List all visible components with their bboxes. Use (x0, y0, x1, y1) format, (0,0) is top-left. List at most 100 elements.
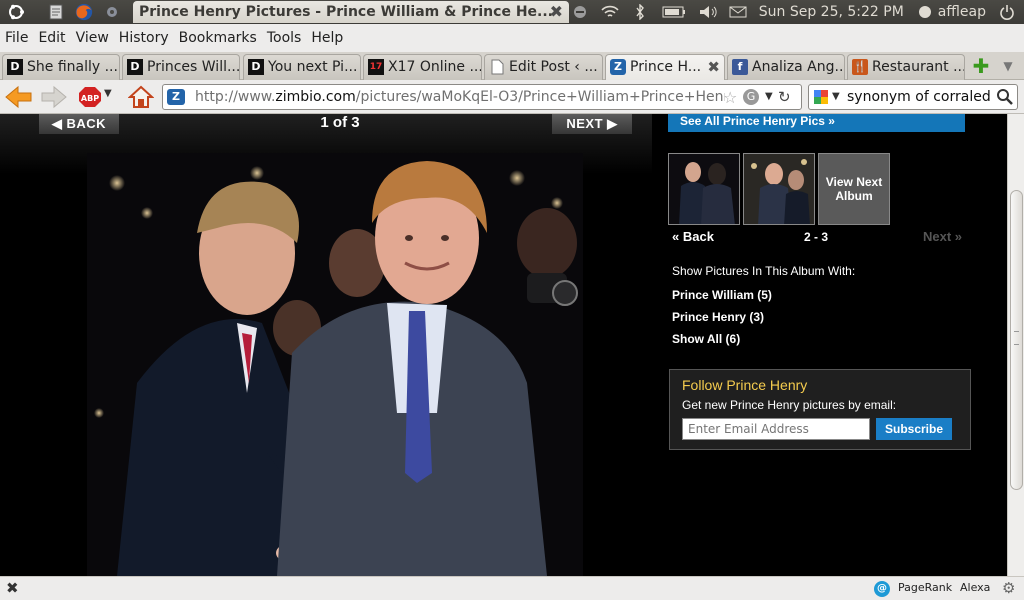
see-all-pics-link[interactable]: See All Prince Henry Pics » (668, 114, 965, 132)
gear-icon[interactable]: ⚙ (1002, 579, 1015, 597)
battery-icon[interactable] (661, 4, 687, 20)
facebook-icon: f (732, 59, 748, 75)
tab-label: Restaurant ... (872, 59, 965, 75)
search-box[interactable]: ▼ synonym of corraled (808, 84, 1018, 110)
tab-8[interactable]: 🍴 Restaurant ... (847, 54, 965, 80)
pager-back-button[interactable]: ◀ BACK (39, 114, 119, 134)
alexa-label[interactable]: Alexa (960, 581, 990, 594)
url-path: /pictures/waMoKqEl-O3/Prince+William+Pri… (355, 89, 725, 105)
svg-text:ABP: ABP (81, 94, 99, 103)
search-input[interactable]: synonym of corraled (847, 89, 991, 105)
filter-prince-henry[interactable]: Prince Henry (3) (672, 310, 764, 324)
close-icon[interactable]: ✖ (550, 1, 563, 23)
pager-back-label: BACK (66, 116, 107, 131)
album-range: 2 - 3 (804, 230, 829, 244)
restaurant-icon: 🍴 (852, 59, 868, 75)
x17-icon: 17 (368, 59, 384, 75)
addon-at-icon[interactable]: @ (874, 581, 890, 597)
album-next-label: Next (923, 229, 952, 244)
menu-bookmarks[interactable]: Bookmarks (174, 24, 262, 52)
filter-show-all[interactable]: Show All (6) (672, 332, 740, 346)
tab-label: Prince H... (630, 59, 702, 75)
filter-heading: Show Pictures In This Album With: (672, 264, 856, 278)
scrollbar-thumb[interactable] (1010, 190, 1023, 490)
forward-button[interactable] (40, 84, 68, 110)
tab-5[interactable]: Edit Post ‹ ... (484, 54, 603, 80)
search-icon[interactable] (996, 88, 1014, 106)
letter-d-icon: D (127, 59, 143, 75)
reload-icon[interactable]: ↻ (778, 88, 791, 106)
url-domain: zimbio.com (275, 89, 356, 105)
url-text[interactable]: http://www.zimbio.com/pictures/waMoKqEl-… (195, 89, 725, 105)
pagerank-label[interactable]: PageRank (898, 581, 952, 594)
view-next-album-button[interactable]: View Next Album (818, 153, 890, 225)
follow-title: Follow Prince Henry (682, 377, 808, 393)
google-icon[interactable] (813, 89, 829, 105)
tab-list-chevron-icon[interactable]: ▼ (1000, 56, 1016, 76)
clock[interactable]: Sun Sep 25, 5:22 PM (759, 4, 904, 20)
zimbio-site-icon: Z (167, 89, 185, 105)
adblock-icon[interactable]: ABP (78, 86, 102, 108)
main-photo[interactable] (87, 153, 583, 576)
next-arrow-icon: ▶ (603, 116, 618, 131)
tab-3[interactable]: D You next Pi... (243, 54, 361, 80)
firefox-icon[interactable] (74, 2, 94, 22)
close-icon[interactable]: ✖ (6, 579, 19, 597)
follow-description: Get new Prince Henry pictures by email: (682, 398, 897, 412)
tab-label: X17 Online ... (388, 59, 482, 75)
shutdown-icon[interactable] (998, 4, 1016, 20)
window-title: Prince Henry Pictures - Prince William &… (133, 1, 569, 23)
tab-label: Princes Will... (147, 59, 240, 75)
menu-help[interactable]: Help (306, 24, 348, 52)
adblock-dropdown-icon[interactable]: ▼ (104, 88, 112, 99)
sidebar: See All Prince Henry Pics » View Next Al… (652, 114, 1007, 576)
tab-label: Analiza Ang... (752, 59, 845, 75)
bookmark-star-icon[interactable]: ☆ (723, 88, 737, 107)
user-icon (916, 4, 934, 20)
photo-column: ◀ BACK 1 of 3 NEXT ▶ (0, 114, 652, 576)
close-tab-icon[interactable]: ✖ (707, 55, 720, 79)
pager-next-label: NEXT (566, 116, 604, 131)
back-button[interactable] (4, 84, 34, 110)
scroll-grip-icon (1014, 331, 1019, 345)
bluetooth-icon[interactable] (631, 4, 649, 20)
album-thumbnail-1[interactable] (668, 153, 740, 225)
menu-file[interactable]: File (0, 24, 33, 52)
ubuntu-logo-icon[interactable] (6, 2, 26, 22)
wifi-icon[interactable] (601, 4, 619, 20)
settings-gear-icon[interactable] (102, 2, 122, 22)
filter-prince-william[interactable]: Prince William (5) (672, 288, 772, 302)
tab-7[interactable]: f Analiza Ang... (727, 54, 845, 80)
search-engine-dropdown-icon[interactable]: ▼ (832, 91, 840, 102)
subscribe-button[interactable]: Subscribe (876, 418, 952, 440)
menu-history[interactable]: History (114, 24, 174, 52)
tab-4[interactable]: 17 X17 Online ... (363, 54, 482, 80)
album-next-link[interactable]: Next » (923, 229, 962, 244)
tab-6-active[interactable]: Z Prince H... ✖ (605, 54, 725, 81)
power-off-icon[interactable] (571, 4, 589, 20)
pager-count: 1 of 3 (320, 114, 360, 131)
tab-1[interactable]: D She finally ... (2, 54, 120, 80)
album-back-link[interactable]: « Back (672, 229, 714, 244)
email-field[interactable] (682, 418, 870, 440)
home-button[interactable] (127, 85, 155, 109)
url-bar[interactable]: Z http://www.zimbio.com/pictures/waMoKqE… (162, 84, 802, 110)
volume-icon[interactable] (699, 4, 717, 20)
menu-view[interactable]: View (71, 24, 114, 52)
text-editor-icon[interactable] (46, 2, 66, 22)
google-g-icon[interactable]: G (743, 89, 759, 105)
navigation-bar: ABP ▼ Z http://www.zimbio.com/pictures/w… (0, 80, 1024, 114)
mail-icon[interactable] (729, 4, 747, 20)
album-thumbnail-2[interactable] (743, 153, 815, 225)
tab-bar: D She finally ... D Princes Will... D Yo… (0, 52, 1024, 81)
url-dropdown-icon[interactable]: ▼ (765, 91, 773, 102)
menu-edit[interactable]: Edit (33, 24, 70, 52)
pager-next-button[interactable]: NEXT ▶ (552, 114, 632, 134)
top-panel: Prince Henry Pictures - Prince William &… (0, 0, 1024, 24)
user-name[interactable]: affleap (938, 4, 986, 20)
vertical-scrollbar[interactable] (1007, 114, 1024, 576)
new-tab-button[interactable]: ✚ (970, 56, 992, 78)
tab-2[interactable]: D Princes Will... (122, 54, 240, 80)
tab-label: Edit Post ‹ ... (509, 59, 598, 75)
menu-tools[interactable]: Tools (262, 24, 307, 52)
